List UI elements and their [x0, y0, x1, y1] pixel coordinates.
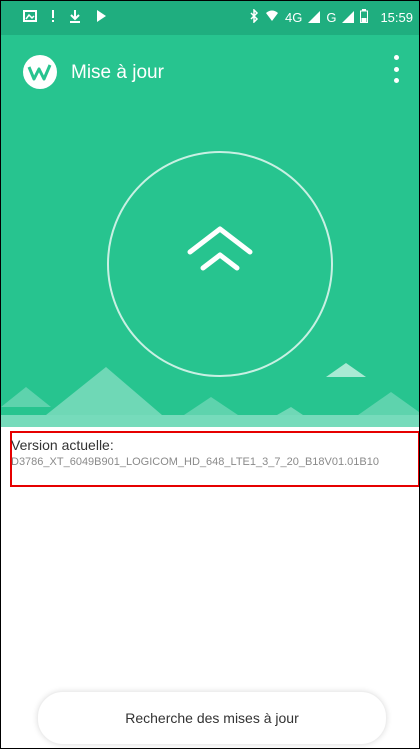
signal-icon [308, 10, 321, 26]
network-type-label-2: G [326, 10, 337, 25]
signal-icon [342, 10, 355, 26]
more-vertical-icon[interactable] [387, 55, 405, 83]
update-logo-icon [23, 55, 57, 89]
bluetooth-icon [249, 8, 259, 26]
app-screen: 4G G 15:59 Mise à jour Version actuelle:… [0, 0, 420, 749]
current-version-value: D3786_XT_6049B901_LOGICOM_HD_648_LTE1_3_… [11, 456, 379, 468]
battery-icon [360, 9, 369, 26]
page-title: Mise à jour [71, 62, 164, 83]
photo-notification-icon [23, 9, 37, 26]
network-type-label: 4G [284, 10, 303, 25]
status-right-icons: 4G G 15:59 [249, 8, 413, 26]
header-area: 4G G 15:59 Mise à jour [1, 1, 419, 427]
mountains-decoration [1, 363, 419, 427]
wifi-icon [265, 9, 279, 26]
download-icon [69, 9, 81, 26]
play-icon [95, 9, 107, 26]
double-chevron-up-icon [187, 226, 253, 271]
current-version-label: Version actuelle: [11, 437, 114, 453]
alert-icon [51, 9, 55, 26]
status-left-icons [23, 9, 107, 26]
status-time: 15:59 [380, 10, 413, 25]
check-updates-button[interactable]: Recherche des mises à jour [37, 691, 387, 745]
toolbar: Mise à jour [1, 35, 419, 103]
status-bar: 4G G 15:59 [1, 1, 419, 35]
